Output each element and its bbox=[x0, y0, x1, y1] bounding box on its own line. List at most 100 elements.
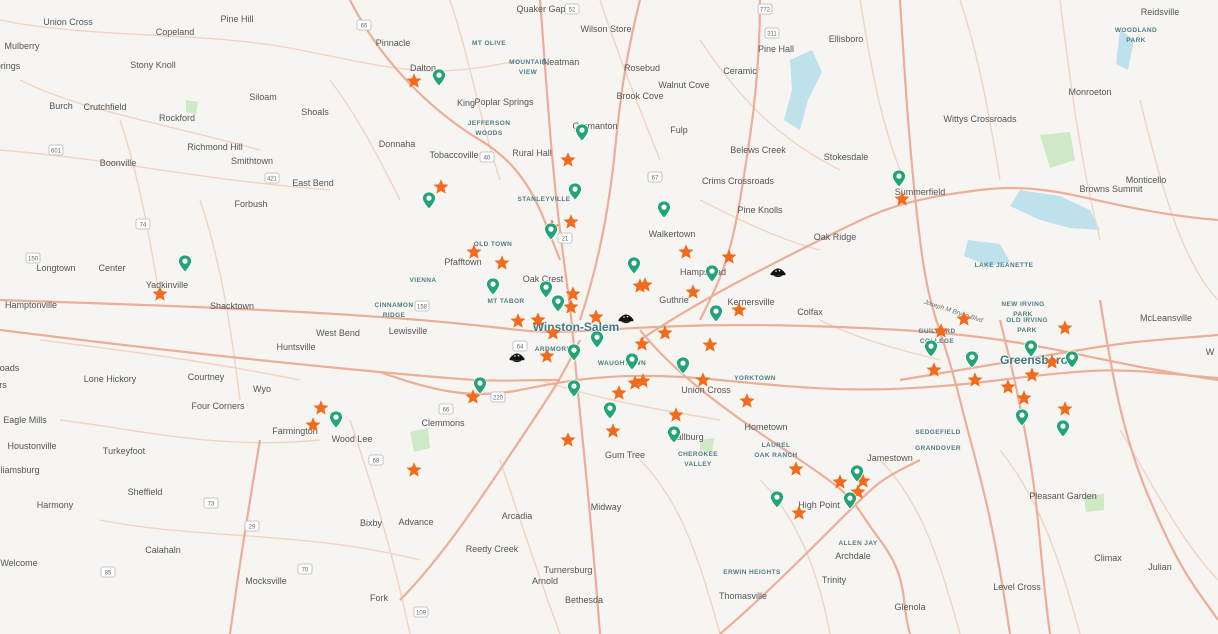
star-icon[interactable] bbox=[152, 285, 169, 307]
svg-text:74: 74 bbox=[140, 223, 147, 229]
location-pin-icon[interactable] bbox=[709, 304, 723, 328]
location-pin-icon[interactable] bbox=[850, 464, 864, 488]
star-icon[interactable] bbox=[466, 243, 483, 265]
star-icon[interactable] bbox=[967, 371, 984, 393]
route-shield: 66 bbox=[438, 403, 454, 415]
town-label: Monticello bbox=[1125, 175, 1167, 185]
location-pin-icon[interactable] bbox=[1056, 419, 1070, 443]
town-label: Reedy Creek bbox=[465, 544, 519, 554]
star-icon[interactable] bbox=[563, 298, 580, 320]
star-icon[interactable] bbox=[510, 312, 527, 334]
neighborhood-label: VIENNA bbox=[409, 277, 437, 284]
location-pin-icon[interactable] bbox=[1024, 339, 1038, 363]
town-label: Ceramic bbox=[723, 66, 757, 76]
star-icon[interactable] bbox=[791, 504, 808, 526]
location-pin-icon[interactable] bbox=[657, 200, 671, 224]
star-icon[interactable] bbox=[1044, 353, 1061, 375]
location-pin-icon[interactable] bbox=[705, 264, 719, 288]
location-pin-icon[interactable] bbox=[965, 350, 979, 374]
star-icon[interactable] bbox=[560, 431, 577, 453]
town-label: W bbox=[1205, 347, 1215, 357]
star-icon[interactable] bbox=[588, 308, 605, 330]
neighborhood-label: JEFFERSON WOODS bbox=[467, 120, 511, 137]
location-pin-icon[interactable] bbox=[567, 343, 581, 367]
star-icon[interactable] bbox=[1024, 366, 1041, 388]
location-pin-icon[interactable] bbox=[667, 425, 681, 449]
location-pin-icon[interactable] bbox=[590, 330, 604, 354]
town-label: Fork bbox=[370, 593, 388, 603]
star-icon[interactable] bbox=[494, 254, 511, 276]
star-icon[interactable] bbox=[563, 213, 580, 235]
star-icon[interactable] bbox=[678, 243, 695, 265]
location-pin-icon[interactable] bbox=[892, 169, 906, 193]
location-pin-icon[interactable] bbox=[551, 294, 565, 318]
location-pin-icon[interactable] bbox=[625, 352, 639, 376]
neighborhood-label: WOODLAND PARK bbox=[1114, 27, 1158, 44]
star-icon[interactable] bbox=[721, 248, 738, 270]
town-label: Longtown bbox=[36, 263, 76, 273]
location-pin-icon[interactable] bbox=[627, 256, 641, 280]
star-icon[interactable] bbox=[894, 190, 911, 212]
neighborhood-label: LAUREL OAK RANCH bbox=[754, 442, 798, 459]
map-canvas[interactable]: 52 772 311 65 67 21 601 421 40 150 74 158 64 66 220 68 2… bbox=[0, 0, 1218, 634]
town-label: Rural Hall bbox=[512, 148, 552, 158]
location-pin-icon[interactable] bbox=[422, 191, 436, 215]
star-icon[interactable] bbox=[926, 361, 943, 383]
star-icon[interactable] bbox=[560, 151, 577, 173]
location-pin-icon[interactable] bbox=[924, 339, 938, 363]
location-pin-icon[interactable] bbox=[770, 490, 784, 514]
location-pin-icon[interactable] bbox=[567, 379, 581, 403]
location-pin-icon[interactable] bbox=[843, 491, 857, 515]
bowl-icon[interactable] bbox=[509, 351, 525, 369]
svg-text:68: 68 bbox=[373, 459, 380, 465]
location-pin-icon[interactable] bbox=[603, 401, 617, 425]
town-label: Belews Creek bbox=[730, 145, 786, 155]
route-shield: 29 bbox=[244, 520, 260, 532]
route-shield: 158 bbox=[414, 300, 430, 312]
town-label: Houstonville bbox=[7, 441, 57, 451]
svg-text:421: 421 bbox=[267, 177, 278, 183]
star-icon[interactable] bbox=[539, 347, 556, 369]
svg-text:67: 67 bbox=[652, 176, 659, 182]
star-icon[interactable] bbox=[1000, 378, 1017, 400]
star-icon[interactable] bbox=[406, 72, 423, 94]
star-icon[interactable] bbox=[695, 371, 712, 393]
star-icon[interactable] bbox=[702, 336, 719, 358]
star-icon[interactable] bbox=[406, 461, 423, 483]
star-icon[interactable] bbox=[1057, 319, 1074, 341]
location-pin-icon[interactable] bbox=[544, 222, 558, 246]
town-label: Poplar Springs bbox=[474, 97, 534, 107]
star-icon[interactable] bbox=[545, 324, 562, 346]
location-pin-icon[interactable] bbox=[473, 376, 487, 400]
star-icon[interactable] bbox=[956, 310, 973, 332]
star-icon[interactable] bbox=[657, 324, 674, 346]
location-pin-icon[interactable] bbox=[329, 410, 343, 434]
star-icon[interactable] bbox=[788, 460, 805, 482]
bowl-icon[interactable] bbox=[770, 266, 786, 284]
location-pin-icon[interactable] bbox=[575, 123, 589, 147]
location-pin-icon[interactable] bbox=[432, 68, 446, 92]
route-shield: 67 bbox=[647, 171, 663, 183]
bowl-icon[interactable] bbox=[618, 312, 634, 330]
town-label: Siloam bbox=[249, 92, 277, 102]
town-label: Browns Summit bbox=[1079, 184, 1143, 194]
location-pin-icon[interactable] bbox=[1065, 350, 1079, 374]
star-icon[interactable] bbox=[605, 422, 622, 444]
location-pin-icon[interactable] bbox=[568, 182, 582, 206]
star-icon[interactable] bbox=[731, 301, 748, 323]
town-label: Advance bbox=[398, 517, 434, 527]
location-pin-icon[interactable] bbox=[1015, 408, 1029, 432]
town-label: Donnaha bbox=[378, 139, 416, 149]
star-icon[interactable] bbox=[305, 416, 322, 438]
svg-text:40: 40 bbox=[484, 156, 491, 162]
star-icon[interactable] bbox=[739, 392, 756, 414]
location-pin-icon[interactable] bbox=[676, 356, 690, 380]
town-label: Mulberry bbox=[4, 41, 40, 51]
svg-text:70: 70 bbox=[302, 568, 309, 574]
star-icon[interactable] bbox=[685, 283, 702, 305]
route-shield: 220 bbox=[490, 391, 506, 403]
location-pin-icon[interactable] bbox=[486, 277, 500, 301]
location-pin-icon[interactable] bbox=[178, 254, 192, 278]
town-label: prings bbox=[0, 61, 21, 71]
svg-text:772: 772 bbox=[760, 8, 771, 14]
